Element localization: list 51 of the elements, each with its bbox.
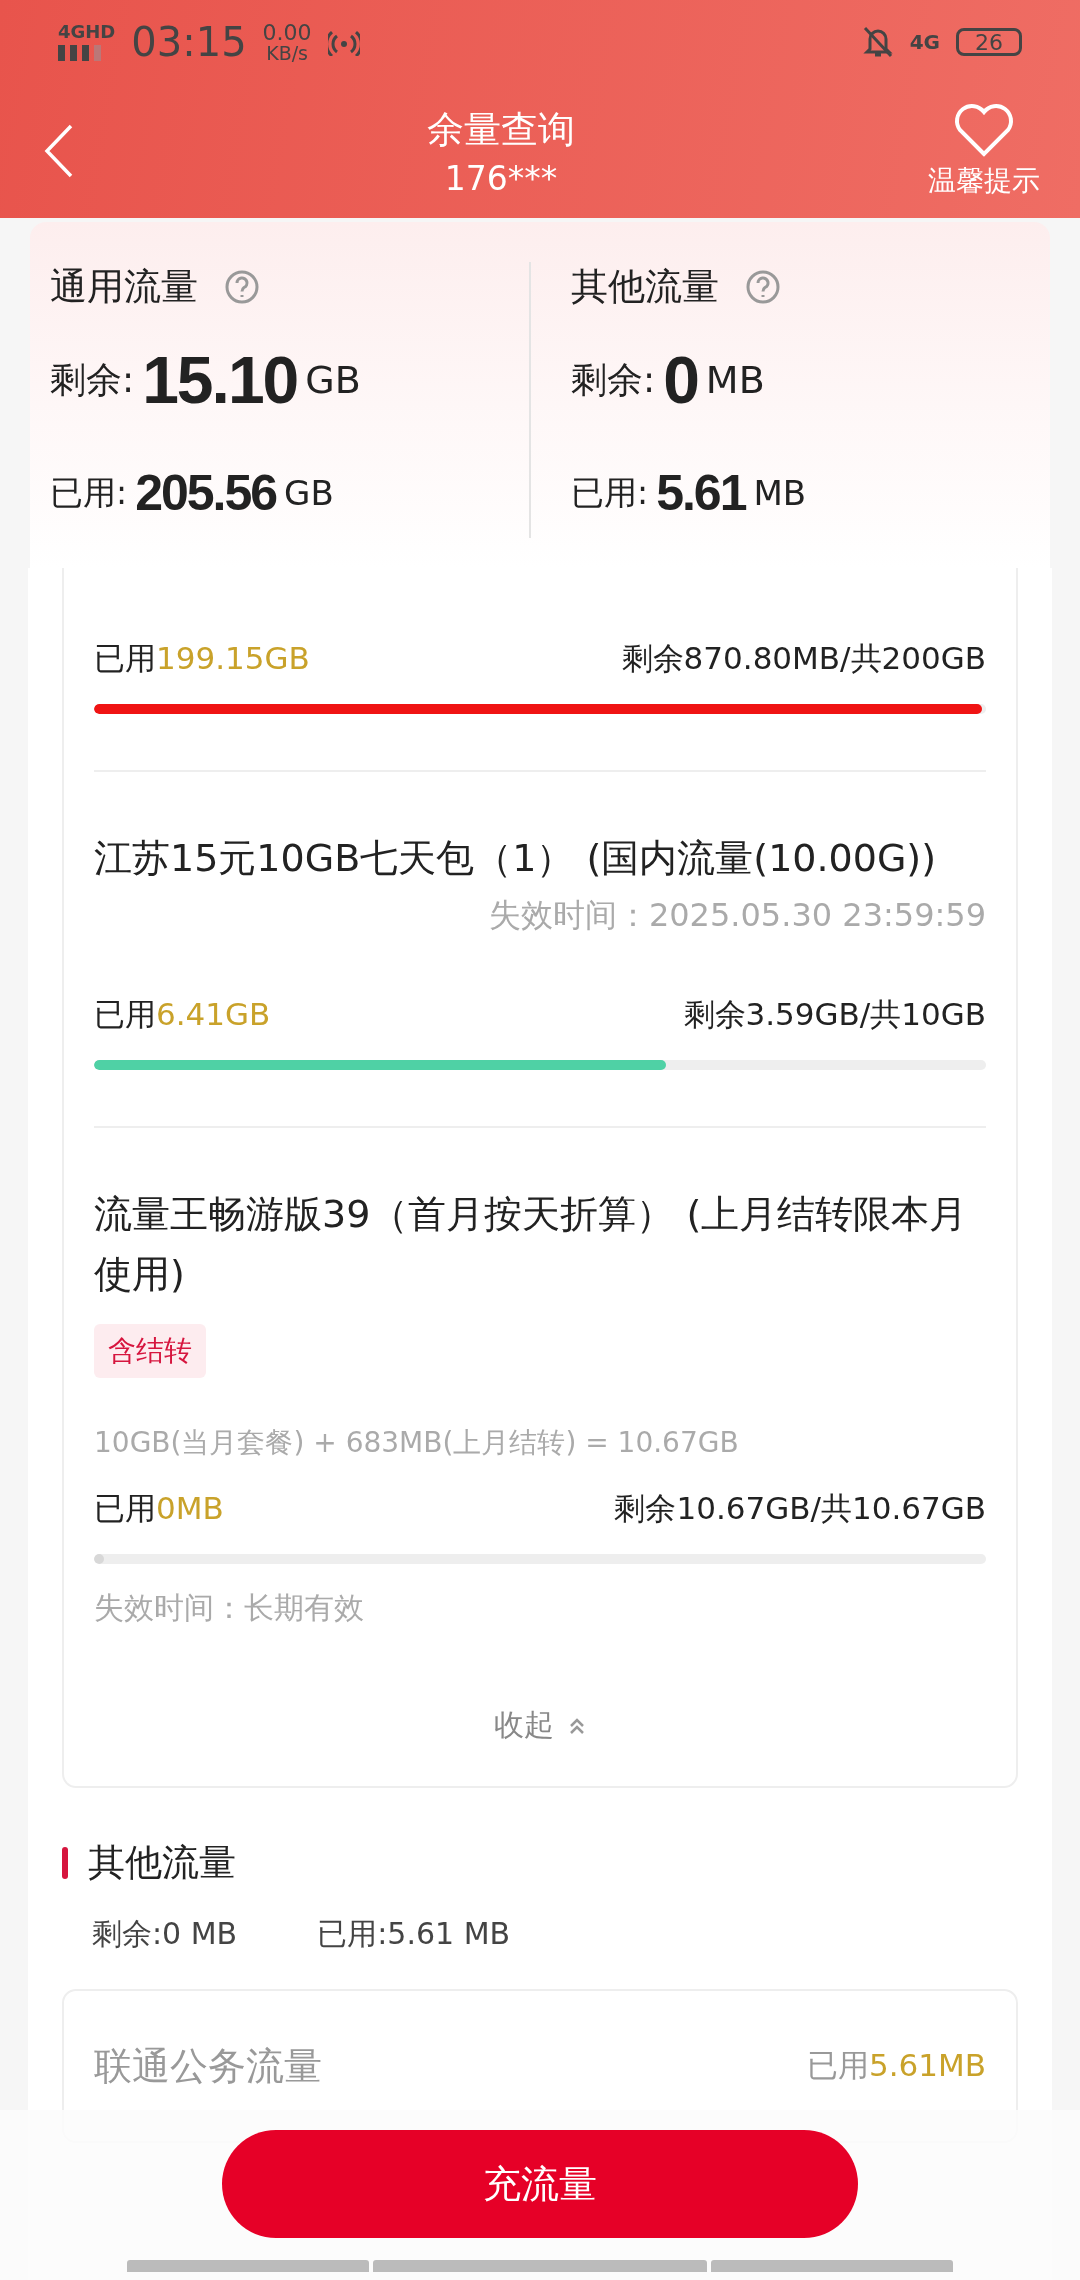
clock-time: 03:15 <box>131 19 247 65</box>
used-stat: 已用:5.61 MB <box>317 1915 511 1953</box>
used-label: 已用: <box>571 471 649 514</box>
signal-icon <box>58 45 102 61</box>
muted-bell-icon <box>861 25 894 59</box>
expiry-text: 失效时间：长期有效 <box>94 1589 365 1627</box>
used-amount: 已用0MB <box>94 1489 224 1528</box>
used-amount: 已用5.61MB <box>806 2046 986 2085</box>
battery-icon: 26 <box>956 28 1022 56</box>
remaining-value: 0 <box>663 342 698 418</box>
remaining-amount: 剩余10.67GB/共10.67GB <box>614 1489 986 1528</box>
traffic-name: 联通公务流量 <box>94 2042 322 2090</box>
remaining-amount: 剩余3.59GB/共10GB <box>683 995 986 1034</box>
speed-unit: KB/s <box>266 43 308 63</box>
expiry-text: 失效时间：2025.05.30 23:59:59 <box>488 895 986 936</box>
remaining-stat: 剩余:0 MB <box>92 1915 238 1953</box>
package-title: 流量王畅游版39（首月按天折算） (上月结转限本月使用) <box>94 1191 969 1298</box>
used-unit: MB <box>753 473 807 513</box>
section-marker <box>62 1847 68 1879</box>
used-value: 205.56 <box>135 464 277 522</box>
network-label: 4G <box>909 32 940 52</box>
tip-label[interactable]: 温馨提示 <box>928 162 1040 200</box>
package-title: 江苏15元10GB七天包（1） (国内流量(10.00G)) <box>94 835 937 882</box>
section-title: 其他流量 <box>88 1840 236 1886</box>
used-unit: GB <box>284 473 334 513</box>
help-icon[interactable] <box>745 269 781 305</box>
used-value: 5.61 <box>656 464 746 522</box>
collapse-button[interactable]: 收起 <box>494 1685 586 1786</box>
speed-value: 0.00 <box>262 21 312 44</box>
recharge-button[interactable]: 充流量 <box>222 2130 858 2238</box>
summary-title: 通用流量 <box>50 264 198 310</box>
used-amount: 已用6.41GB <box>94 995 271 1034</box>
remaining-value: 15.10 <box>142 342 298 418</box>
formula-text: 10GB(当月套餐) + 683MB(上月结转) = 10.67GB <box>94 1425 740 1461</box>
used-label: 已用: <box>50 471 128 514</box>
remaining-unit: MB <box>705 358 765 402</box>
remaining-label: 剩余: <box>571 357 656 402</box>
summary-title: 其他流量 <box>571 264 719 310</box>
network-label: 4GHD <box>58 23 116 41</box>
hotspot-icon <box>327 28 360 56</box>
remaining-unit: GB <box>305 358 361 402</box>
page-title: 余量查询 <box>427 106 575 153</box>
remaining-amount: 剩余870.80MB/共200GB <box>621 639 986 678</box>
used-amount: 已用199.15GB <box>94 639 310 678</box>
heart-icon[interactable] <box>952 102 1016 158</box>
carryover-tag: 含结转 <box>94 1324 206 1378</box>
remaining-label: 剩余: <box>50 357 135 402</box>
chevron-up-icon <box>568 1716 586 1735</box>
help-icon[interactable] <box>224 269 260 305</box>
back-icon[interactable] <box>44 124 74 178</box>
phone-number: 176*** <box>444 158 558 198</box>
